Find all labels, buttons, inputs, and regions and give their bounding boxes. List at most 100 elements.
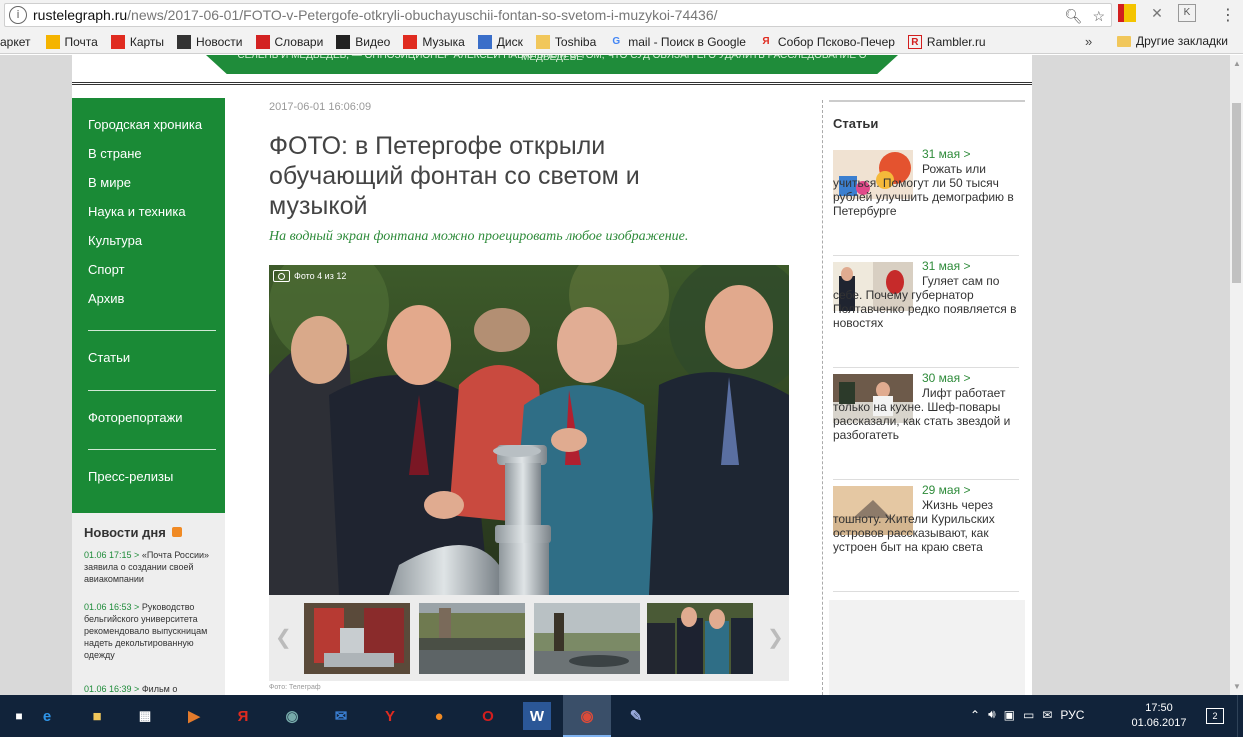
sidebar-article[interactable]: 31 мая > Гуляет сам по себе. Почему губер… (833, 258, 1019, 368)
bookmark-label: Карты (129, 34, 165, 49)
site-info-icon[interactable]: i (9, 6, 27, 24)
media-player-icon[interactable]: ▶ (180, 702, 208, 730)
chrome-icon[interactable]: ◉ (573, 702, 601, 730)
nav-section-item[interactable]: Статьи (88, 350, 130, 365)
paint-icon[interactable]: ✎ (622, 702, 650, 730)
nav-item[interactable]: Наука и техника (88, 204, 186, 219)
prev-photo-arrow-icon[interactable]: ❮ (275, 625, 292, 650)
url-text[interactable]: rustelegraph.ru/news/2017-06-01/FOTO-v-P… (33, 7, 718, 23)
kaspersky-extension-icon[interactable]: K (1178, 4, 1196, 22)
nav-item[interactable]: В стране (88, 146, 142, 161)
sidebar-article[interactable]: 31 мая > Рожать или учиться. Помогут ли 5… (833, 146, 1019, 256)
notification-center-icon[interactable]: 2 (1206, 708, 1224, 724)
page-content: СЕЛЕНЬ И МЕДВЕДЕВ, — ОППОЗИЦИОНЕР АЛЕКСЕ… (72, 55, 1032, 695)
sidebar-ad-area (829, 600, 1025, 695)
sidebar-article-date[interactable]: 29 мая > (922, 483, 970, 497)
news-item[interactable]: 01.06 16:39 > Фильм о (84, 683, 222, 695)
photo-thumbnail[interactable] (304, 603, 410, 674)
bookmark-item[interactable]: аркет (0, 35, 31, 49)
speaker-icon[interactable]: 🔊︎ (988, 707, 996, 722)
scroll-up-icon[interactable]: ▲ (1233, 59, 1241, 68)
show-desktop-button[interactable] (1237, 695, 1238, 737)
address-bar[interactable]: i rustelegraph.ru/news/2017-06-01/FOTO-v… (4, 3, 1112, 27)
rss-icon[interactable] (172, 527, 182, 537)
bookmark-item[interactable]: Почта (45, 34, 98, 49)
bookmark-item[interactable]: Видео (336, 34, 390, 49)
opera-icon[interactable]: O (474, 702, 502, 730)
language-indicator[interactable]: РУС (1060, 708, 1084, 722)
bookmark-label: Словари (274, 34, 324, 49)
mail-app-icon[interactable]: ✉ (327, 702, 355, 730)
sidebar-article-date[interactable]: 31 мая > (922, 259, 970, 273)
odnoklassniki-icon[interactable]: ● (425, 702, 453, 730)
photo-thumbnail[interactable] (647, 603, 753, 674)
bookmark-label: аркет (0, 34, 31, 49)
yandex-icon[interactable]: Я (229, 702, 257, 730)
bookmark-item[interactable]: Gmail - Поиск в Google (609, 35, 746, 49)
yandex-browser-icon[interactable]: Y (376, 702, 404, 730)
edge-browser-icon[interactable]: e (33, 702, 61, 730)
main-photo[interactable]: Фото 4 из 12 (269, 265, 789, 595)
sidebar-article[interactable]: 29 мая > Жизнь через тошноту. Жители Кури… (833, 482, 1019, 592)
sidebar-article-title[interactable]: Гуляет сам по себе. Почему губернатор По… (833, 274, 1019, 330)
top-banner[interactable]: СЕЛЕНЬ И МЕДВЕДЕВ, — ОППОЗИЦИОНЕР АЛЕКСЕ… (206, 55, 898, 74)
disk-tool-icon[interactable]: ◉ (278, 702, 306, 730)
bookmark-item[interactable]: Новости (177, 34, 243, 49)
bookmark-item[interactable]: Карты (110, 34, 165, 49)
mail-icon (45, 34, 60, 49)
bookmark-flag-extension-icon[interactable] (1118, 4, 1136, 22)
sidebar-article-date[interactable]: 30 мая > (922, 371, 970, 385)
music-icon (403, 34, 418, 49)
sidebar-article-title[interactable]: Жизнь через тошноту. Жители Курильских о… (833, 498, 1019, 554)
nav-item[interactable]: В мире (88, 175, 131, 190)
nav-item[interactable]: Архив (88, 291, 124, 306)
nav-item[interactable]: Культура (88, 233, 142, 248)
word-icon[interactable]: W (523, 702, 551, 730)
bookmark-star-icon[interactable]: ☆ (1092, 8, 1105, 25)
bookmark-item[interactable]: R Rambler.ru (907, 34, 986, 49)
nav-section-item[interactable]: Фоторепортажи (88, 410, 183, 425)
page-scrollbar[interactable]: ▲ ▼ (1230, 55, 1243, 695)
bookmark-label: Новости (196, 34, 243, 49)
photo-credit: Фото: Телеграф (269, 684, 321, 691)
nav-item[interactable]: Городская хроника (88, 117, 202, 132)
scissors-extension-icon[interactable]: ✕ (1148, 4, 1166, 22)
bookmark-item[interactable]: Словари (255, 34, 324, 49)
photo-thumbnail[interactable] (419, 603, 525, 674)
photo-thumbnail[interactable] (534, 603, 640, 674)
battery-icon[interactable]: ▭ (1023, 708, 1034, 722)
news-item[interactable]: 01.06 16:53 > Руководство бельгийского у… (84, 601, 222, 661)
sidebar-article-title[interactable]: Лифт работает только на кухне. Шеф-повар… (833, 386, 1019, 442)
news-of-day-title[interactable]: Новости дня (84, 525, 166, 540)
bookmarks-overflow-button[interactable]: » (1085, 34, 1092, 49)
windows-taskbar: ■ e ■ ▦ ▶ Я ◉ ✉ Y ● O W ◉ ✎ ⌃ 🔊︎ ▣ ▭ ✉ Р… (0, 695, 1243, 737)
network-icon[interactable]: ▣ (1004, 708, 1015, 722)
store-icon[interactable]: ▦ (131, 702, 159, 730)
bookmarks-bar: аркет Почта Карты Новости Словари Видео Музыка… (0, 30, 1243, 54)
zoom-icon[interactable]: 🔍︎ (1065, 8, 1083, 25)
tray-expand-icon[interactable]: ⌃ (970, 708, 980, 722)
message-icon[interactable]: ✉ (1042, 708, 1052, 722)
sidebar-article[interactable]: 30 мая > Лифт работает только на кухне. Ш… (833, 370, 1019, 480)
photo-thumbnails: ❮ ❯ (269, 595, 789, 681)
scroll-down-icon[interactable]: ▼ (1233, 682, 1241, 691)
bookmark-item[interactable]: Музыка (403, 34, 465, 49)
nav-item[interactable]: Спорт (88, 262, 125, 277)
file-explorer-icon[interactable]: ■ (83, 702, 111, 730)
articles-sidebar-title[interactable]: Статьи (833, 116, 878, 131)
other-bookmarks[interactable]: Другие закладки (1117, 34, 1228, 48)
sidebar-article-title[interactable]: Рожать или учиться. Помогут ли 50 тысяч … (833, 162, 1019, 218)
taskbar-clock[interactable]: 17:50 01.06.2017 (1130, 701, 1188, 731)
next-photo-arrow-icon[interactable]: ❯ (767, 625, 784, 650)
map-pin-icon (110, 34, 125, 49)
bookmark-item[interactable]: Диск (477, 34, 523, 49)
windows-start-icon[interactable]: ■ (5, 702, 33, 730)
browser-menu-icon[interactable]: ⋮ (1220, 5, 1236, 24)
bookmark-item[interactable]: Toshiba (535, 34, 596, 49)
sidebar-article-date[interactable]: 31 мая > (922, 147, 970, 161)
photo-counter: Фото 4 из 12 (273, 270, 346, 282)
nav-section-item[interactable]: Пресс-релизы (88, 469, 173, 484)
scrollbar-thumb[interactable] (1232, 103, 1241, 283)
bookmark-item[interactable]: Я Собор Псково-Печер (759, 35, 895, 49)
news-item[interactable]: 01.06 17:15 > «Почта России» заявила о с… (84, 549, 222, 585)
